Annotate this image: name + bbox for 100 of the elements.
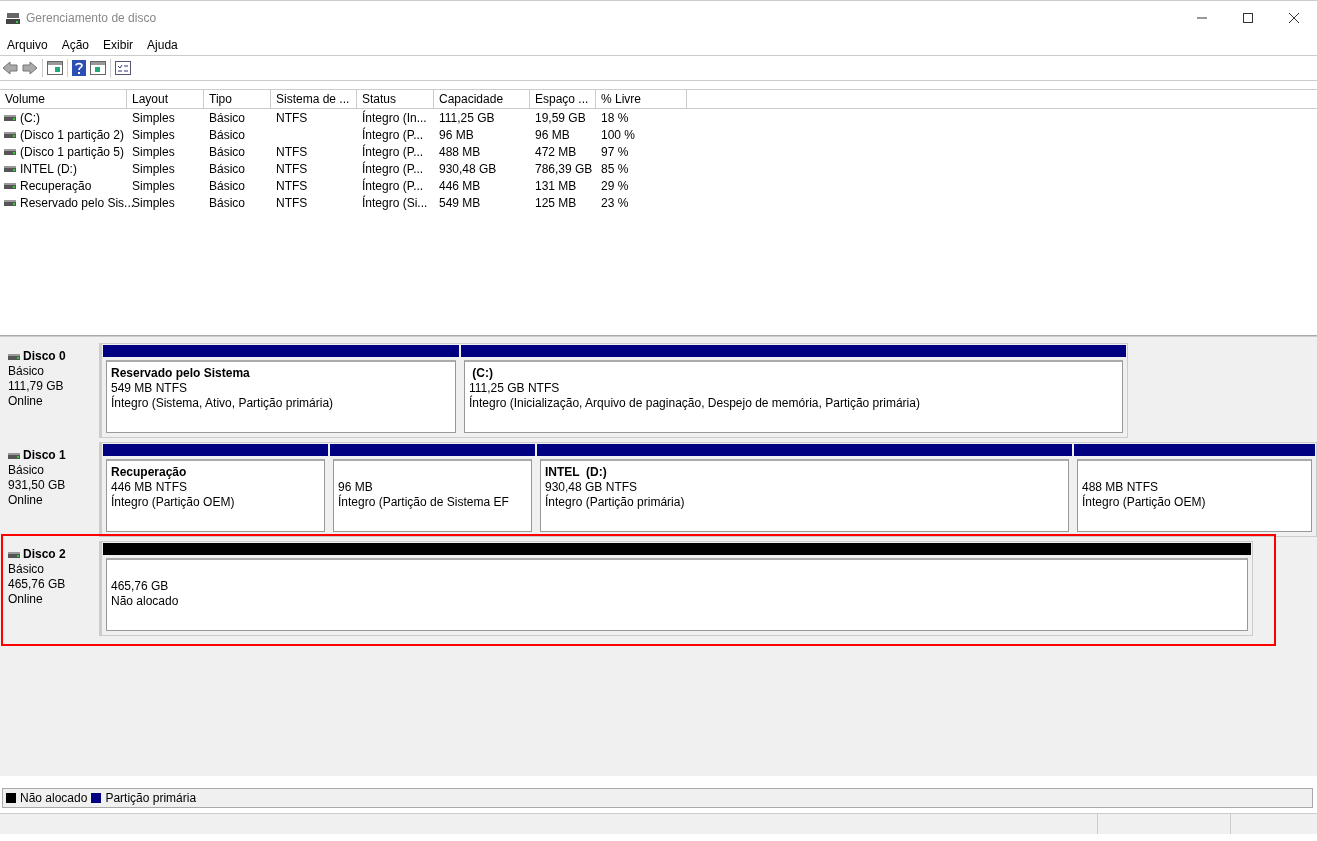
disk-size: 465,76 GB — [8, 577, 67, 592]
partition-box[interactable]: (C:) 111,25 GB NTFS Íntegro (Inicialização, Arquivo de paginação, Despejo de memória, Partição primária) — [464, 360, 1123, 433]
partition-size: 930,48 GB NTFS — [545, 480, 639, 494]
column-header[interactable]: Layout — [127, 90, 204, 108]
table-cell: Íntegro (P... — [362, 178, 424, 193]
partition-size: 111,25 GB NTFS — [469, 381, 561, 395]
help-icon[interactable] — [72, 60, 86, 76]
column-header[interactable]: % Livre — [596, 90, 687, 108]
close-icon — [1289, 13, 1299, 23]
drive-icon — [4, 165, 16, 172]
table-cell: Íntegro (P... — [362, 127, 424, 142]
disk-name: Disco 1 — [23, 448, 66, 463]
disk-status: Online — [8, 592, 44, 607]
drive-icon — [4, 199, 16, 206]
partition-box[interactable]: 488 MB NTFS Íntegro (Partição OEM) — [1077, 459, 1312, 532]
partition-size: 96 MB — [338, 480, 374, 494]
table-cell: 85 % — [601, 161, 629, 176]
partition-box[interactable]: Recuperação 446 MB NTFS Íntegro (Partição OEM) — [106, 459, 325, 532]
table-cell: Básico — [209, 110, 246, 125]
window-title: Gerenciamento de disco — [26, 11, 157, 25]
menu-item[interactable]: Ajuda — [140, 38, 185, 52]
column-header[interactable]: Espaço ... — [530, 90, 596, 108]
disk-size: 931,50 GB — [8, 478, 67, 493]
table-cell: (Disco 1 partição 5) — [20, 144, 125, 159]
table-cell: 131 MB — [535, 178, 577, 193]
table-cell: Recuperação — [20, 178, 92, 193]
table-cell: NTFS — [276, 110, 308, 125]
partition-status: Não alocado — [111, 594, 180, 609]
table-cell: NTFS — [276, 195, 308, 210]
table-cell: 125 MB — [535, 195, 577, 210]
panel-view-icon[interactable] — [90, 61, 106, 75]
partition-status: Íntegro (Partição OEM) — [1082, 495, 1207, 510]
table-cell: Íntegro (Si... — [362, 195, 428, 210]
table-cell: 472 MB — [535, 144, 577, 159]
drive-icon — [4, 148, 16, 155]
partition-size: 488 MB NTFS — [1082, 480, 1160, 494]
table-cell: Íntegro (P... — [362, 161, 424, 176]
disk-name: Disco 0 — [23, 349, 66, 364]
table-cell: 930,48 GB — [439, 161, 497, 176]
drive-icon — [8, 452, 20, 459]
drive-icon — [8, 353, 20, 360]
table-cell: 96 MB — [535, 127, 570, 142]
table-cell: Simples — [132, 144, 175, 159]
forward-arrow-icon[interactable] — [22, 61, 38, 75]
table-cell: Simples — [132, 127, 175, 142]
partition-status: Íntegro (Partição de Sistema EF — [338, 495, 510, 510]
table-cell: Simples — [132, 110, 175, 125]
disk-name: Disco 2 — [23, 547, 66, 562]
disk-type: Básico — [8, 364, 46, 379]
table-cell: INTEL (D:) — [20, 161, 77, 176]
table-cell: Básico — [209, 178, 246, 193]
drive-icon — [4, 131, 16, 138]
menu-item[interactable]: Arquivo — [0, 38, 55, 52]
table-cell: Simples — [132, 161, 175, 176]
menu-item[interactable]: Exibir — [96, 38, 141, 52]
table-cell: (C:) — [20, 110, 40, 125]
table-cell: NTFS — [276, 144, 308, 159]
back-arrow-icon[interactable] — [2, 61, 18, 75]
partition-box[interactable]: Reservado pelo Sistema 549 MB NTFS Íntegro (Sistema, Ativo, Partição primária) — [106, 360, 456, 433]
column-header[interactable]: Tipo — [204, 90, 271, 108]
partition-size: 446 MB NTFS — [111, 480, 189, 494]
checklist-icon[interactable] — [115, 61, 131, 75]
table-cell: Básico — [209, 127, 246, 142]
table-cell: 446 MB — [439, 178, 481, 193]
disk-size: 111,79 GB — [8, 379, 65, 394]
disk-status: Online — [8, 394, 44, 409]
column-header[interactable]: Volume — [0, 90, 127, 108]
table-cell: Básico — [209, 161, 246, 176]
table-cell: 100 % — [601, 127, 636, 142]
column-header[interactable]: Sistema de ... — [271, 90, 357, 108]
partition-title: (C:) — [471, 366, 494, 381]
column-header[interactable]: Capacidade — [434, 90, 530, 108]
partition-size: 549 MB NTFS — [111, 381, 189, 395]
table-cell: 97 % — [601, 144, 629, 159]
partition-size: 465,76 GB — [111, 579, 170, 594]
table-cell: NTFS — [276, 161, 308, 176]
table-cell: 111,25 GB — [439, 110, 495, 125]
disk-management-icon — [6, 11, 20, 25]
disk-status: Online — [8, 493, 44, 508]
legend-label: Partição primária — [105, 791, 197, 805]
table-cell: 549 MB — [439, 195, 481, 210]
table-cell: Básico — [209, 144, 246, 159]
column-header[interactable]: Status — [357, 90, 434, 108]
partition-status: Íntegro (Partição primária) — [545, 495, 686, 510]
table-cell: Íntegro (P... — [362, 144, 424, 159]
table-cell: Simples — [132, 178, 175, 193]
partition-box[interactable]: 465,76 GB Não alocado — [106, 558, 1248, 631]
menu-item[interactable]: Ação — [54, 38, 97, 52]
table-cell: Simples — [132, 195, 175, 210]
maximize-icon — [1243, 13, 1253, 23]
partition-box[interactable]: INTEL (D:) 930,48 GB NTFS Íntegro (Partição primária) — [540, 459, 1069, 532]
table-cell: 96 MB — [439, 127, 474, 142]
table-cell: 488 MB — [439, 144, 481, 159]
panel-view-icon[interactable] — [47, 61, 63, 75]
table-cell: NTFS — [276, 178, 308, 193]
partition-box[interactable]: 96 MB Íntegro (Partição de Sistema EF — [333, 459, 532, 532]
drive-icon — [4, 114, 16, 121]
table-cell: (Disco 1 partição 2) — [20, 127, 125, 142]
disk-type: Básico — [8, 463, 46, 478]
table-cell: 19,59 GB — [535, 110, 586, 125]
